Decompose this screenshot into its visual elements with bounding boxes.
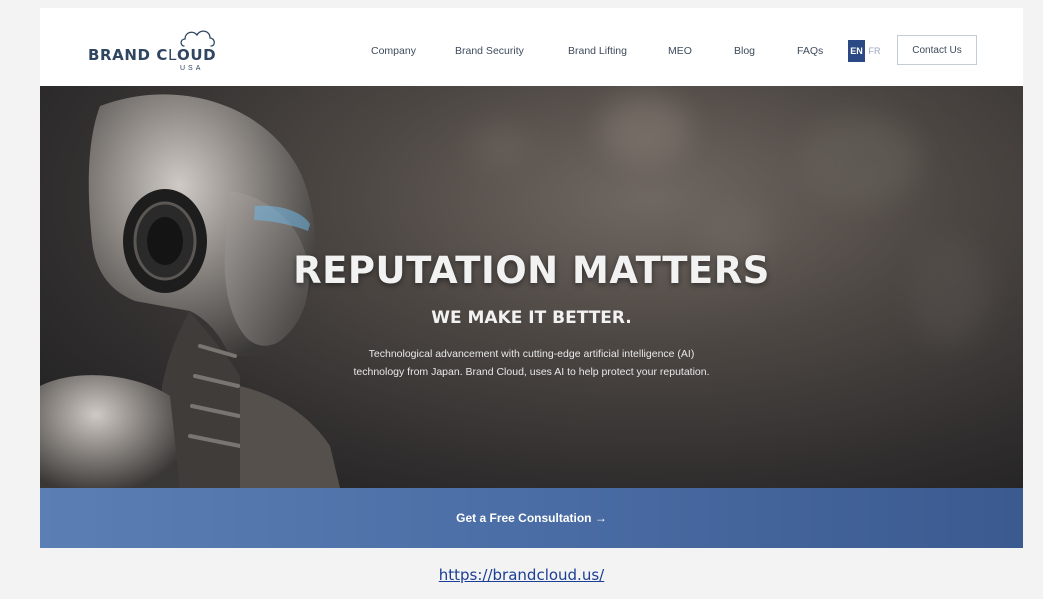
site-header: BRAND CLOUD USA Company Brand Security B…	[40, 8, 1023, 86]
hero-subtitle: WE MAKE IT BETTER.	[431, 308, 632, 328]
bokeh-light	[600, 96, 690, 166]
hero-banner: REPUTATION MATTERS WE MAKE IT BETTER. Te…	[40, 86, 1023, 488]
nav-company[interactable]: Company	[371, 45, 416, 57]
hero-desc-line: Technological advancement with cutting-e…	[368, 348, 695, 360]
site-url-link[interactable]: https://brandcloud.us/	[0, 566, 1043, 584]
nav-meo[interactable]: MEO	[668, 45, 692, 57]
contact-us-button[interactable]: Contact Us	[897, 35, 977, 65]
hero-desc-line: technology from Japan. Brand Cloud, uses…	[353, 366, 710, 378]
hero-title: REPUTATION MATTERS	[293, 249, 770, 292]
bokeh-light	[470, 126, 530, 166]
nav-blog[interactable]: Blog	[734, 45, 755, 57]
website-screenshot: BRAND CLOUD USA Company Brand Security B…	[40, 8, 1023, 548]
free-consultation-button[interactable]: Get a Free Consultation →	[40, 488, 1023, 548]
bokeh-light	[800, 116, 920, 206]
cloud-icon	[180, 30, 215, 47]
nav-faqs[interactable]: FAQs	[797, 45, 823, 57]
lang-fr-toggle[interactable]: FR	[866, 40, 883, 62]
nav-brand-security[interactable]: Brand Security	[455, 45, 524, 57]
brand-name: BRAND CLOUD	[88, 46, 217, 64]
brand-logo[interactable]: BRAND CLOUD USA	[88, 26, 228, 72]
hero-description: Technological advancement with cutting-e…	[260, 345, 803, 381]
nav-brand-lifting[interactable]: Brand Lifting	[568, 45, 627, 57]
lang-en-toggle[interactable]: EN	[848, 40, 865, 62]
brand-sub: USA	[180, 65, 204, 72]
